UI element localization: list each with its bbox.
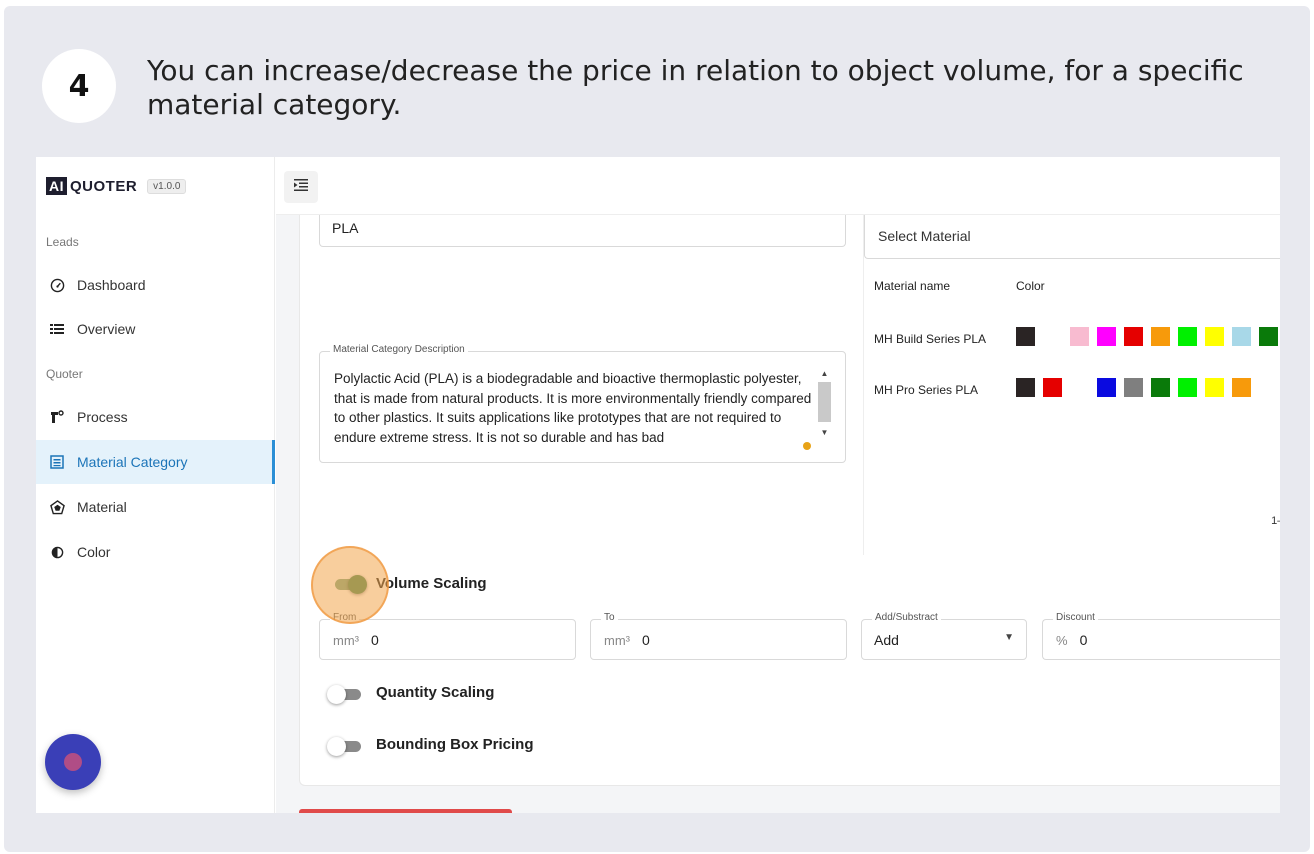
color-swatch[interactable] xyxy=(1070,327,1089,346)
list-icon xyxy=(49,321,65,337)
color-swatch[interactable] xyxy=(1043,378,1062,397)
section-label-quoter: Quoter xyxy=(46,367,83,381)
from-volume-field[interactable]: From mm³0 xyxy=(319,612,576,660)
scroll-thumb[interactable] xyxy=(818,382,831,422)
color-swatch[interactable] xyxy=(1016,378,1035,397)
discount-unit: % xyxy=(1056,633,1068,648)
status-dot xyxy=(803,442,811,450)
chat-icon xyxy=(64,753,82,771)
version-badge: v1.0.0 xyxy=(147,178,187,194)
category-name-field[interactable]: PLA xyxy=(319,215,846,247)
sidebar-item-label: Overview xyxy=(77,321,136,337)
delete-button[interactable] xyxy=(299,809,512,813)
material-icon xyxy=(49,499,65,515)
menu-toggle-button[interactable] xyxy=(284,171,318,203)
discount-field[interactable]: Discount % 0 xyxy=(1042,612,1280,660)
toggle-thumb xyxy=(327,685,346,704)
description-value: Polylactic Acid (PLA) is a biodegradable… xyxy=(334,371,812,445)
bounding-box-pricing-label: Bounding Box Pricing xyxy=(376,736,534,753)
click-highlight xyxy=(311,546,389,624)
color-swatch[interactable] xyxy=(1124,378,1143,397)
to-label: To xyxy=(601,612,618,623)
sidebar: AI QUOTER v1.0.0 Leads Dashboard Overvie… xyxy=(36,157,275,813)
menu-collapse-icon xyxy=(294,178,308,196)
sidebar-item-label: Process xyxy=(77,409,128,425)
color-swatch[interactable] xyxy=(1178,378,1197,397)
logo-ai-mark: AI xyxy=(46,177,67,195)
scroll-up-arrow-icon[interactable]: ▲ xyxy=(818,367,831,380)
column-header-color[interactable]: Color xyxy=(1016,279,1045,293)
scroll-down-arrow-icon[interactable]: ▼ xyxy=(818,426,831,439)
sidebar-item-color[interactable]: Color xyxy=(36,530,275,574)
to-value: 0 xyxy=(642,632,650,648)
sidebar-item-label: Color xyxy=(77,544,111,560)
gauge-icon xyxy=(49,277,65,293)
app-window: AI QUOTER v1.0.0 Leads Dashboard Overvie… xyxy=(36,157,1280,813)
sidebar-item-label: Material Category xyxy=(77,454,188,470)
description-label: Material Category Description xyxy=(330,344,468,355)
discount-label: Discount xyxy=(1053,612,1098,623)
quantity-scaling-toggle[interactable] xyxy=(327,684,363,704)
to-volume-field[interactable]: To mm³ 0 xyxy=(590,612,847,660)
bounding-box-pricing-toggle[interactable] xyxy=(327,736,363,756)
color-swatch[interactable] xyxy=(1151,378,1170,397)
column-header-material-name[interactable]: Material name xyxy=(874,279,950,293)
color-swatch[interactable] xyxy=(1043,327,1062,346)
process-icon xyxy=(49,409,65,425)
volume-scaling-label: Volume Scaling xyxy=(376,575,487,592)
logo-wordmark: QUOTER xyxy=(70,177,138,195)
sidebar-item-material-category[interactable]: Material Category xyxy=(36,440,275,484)
sidebar-item-dashboard[interactable]: Dashboard xyxy=(36,263,275,307)
material-panel: Select Material Material name Color MH B… xyxy=(863,215,1280,555)
step-number-badge: 4 xyxy=(42,49,116,123)
from-unit: mm³ xyxy=(333,633,359,648)
select-material-placeholder: Select Material xyxy=(878,228,971,244)
sidebar-item-process[interactable]: Process xyxy=(36,395,275,439)
color-swatch[interactable] xyxy=(1178,327,1197,346)
help-chat-button[interactable] xyxy=(45,734,101,790)
pagination-info: 1–2 c xyxy=(1271,515,1280,527)
to-unit: mm³ xyxy=(604,633,630,648)
select-material-dropdown[interactable]: Select Material xyxy=(864,215,1280,259)
sidebar-item-label: Dashboard xyxy=(77,277,146,293)
material-row-name: MH Pro Series PLA xyxy=(874,383,979,397)
chevron-down-icon: ▼ xyxy=(1004,632,1014,643)
main-content: PLA Material Category Description Polyla… xyxy=(276,215,1280,813)
sidebar-item-overview[interactable]: Overview xyxy=(36,307,275,351)
color-swatch[interactable] xyxy=(1097,327,1116,346)
discount-value: 0 xyxy=(1079,632,1088,648)
color-swatch[interactable] xyxy=(1205,327,1224,346)
color-swatch[interactable] xyxy=(1232,378,1251,397)
contrast-icon xyxy=(49,544,65,560)
color-swatch[interactable] xyxy=(1097,378,1116,397)
color-swatch[interactable] xyxy=(1232,327,1251,346)
add-substract-select[interactable]: Add/Substract Add ▼ xyxy=(861,612,1027,660)
app-logo[interactable]: AI QUOTER v1.0.0 xyxy=(46,177,187,195)
description-scrollbar[interactable]: ▲ ▼ xyxy=(818,367,831,447)
step-instruction: You can increase/decrease the price in r… xyxy=(147,54,1244,121)
category-name-value: PLA xyxy=(332,220,359,236)
color-swatch[interactable] xyxy=(1070,378,1089,397)
toggle-thumb xyxy=(327,737,346,756)
color-swatch[interactable] xyxy=(1124,327,1143,346)
material-row-name: MH Build Series PLA xyxy=(874,332,987,346)
category-icon xyxy=(49,454,65,470)
color-swatch[interactable] xyxy=(1205,378,1224,397)
add-substract-label: Add/Substract xyxy=(872,612,941,623)
material-category-form-card: PLA Material Category Description Polyla… xyxy=(299,215,1280,786)
section-label-leads: Leads xyxy=(46,235,79,249)
description-textarea[interactable]: Material Category Description Polylactic… xyxy=(319,344,846,463)
color-swatch[interactable] xyxy=(1151,327,1170,346)
add-substract-value: Add xyxy=(874,632,899,648)
sidebar-item-material[interactable]: Material xyxy=(36,485,275,529)
color-swatch[interactable] xyxy=(1259,327,1278,346)
color-swatch[interactable] xyxy=(1016,327,1035,346)
from-value: 0 xyxy=(371,632,379,648)
top-bar xyxy=(276,157,1280,215)
sidebar-item-label: Material xyxy=(77,499,127,515)
quantity-scaling-label: Quantity Scaling xyxy=(376,684,495,701)
